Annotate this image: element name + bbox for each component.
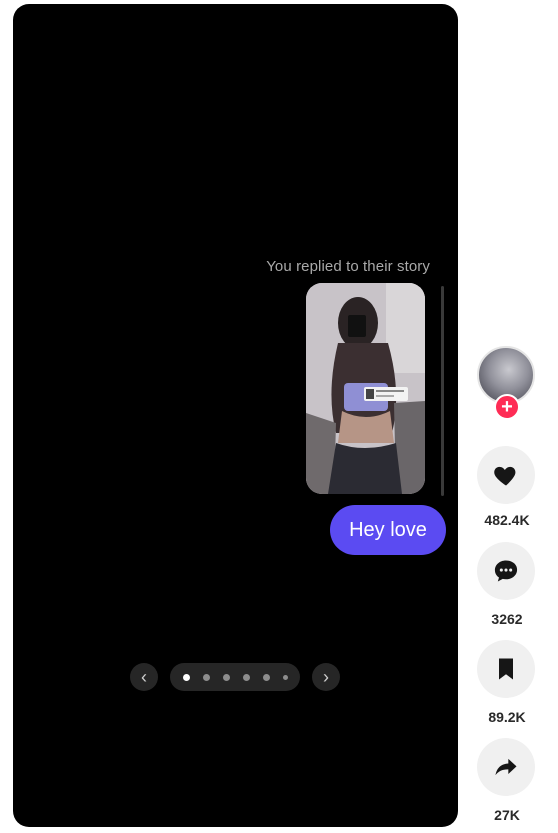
save-count: 89.2K [488,709,526,725]
bookmark-icon [499,658,513,680]
share-button[interactable] [477,738,535,796]
pager-dot[interactable] [202,673,210,681]
pager-dot[interactable] [222,673,230,681]
chat-scrollbar[interactable] [441,286,444,496]
comment-icon [494,560,518,582]
plus-icon: + [501,396,513,418]
share-count: 27K [494,807,520,823]
video-screen: You replied to their story Hey love ‹ › [13,4,458,827]
chevron-right-icon: › [323,666,329,687]
story-photo [306,283,425,494]
pager-dots[interactable] [170,663,300,691]
action-rail: + 482.4K 3262 89.2K 27K [474,0,544,833]
pager-dot[interactable] [262,673,270,681]
like-count: 482.4K [484,512,530,528]
share-icon [495,758,517,776]
pager-dot[interactable] [242,673,250,681]
story-reply-thumbnail[interactable] [306,283,425,494]
replied-to-story-label: You replied to their story [266,258,430,275]
like-button[interactable] [477,446,535,504]
message-bubble[interactable]: Hey love [330,505,446,555]
chevron-left-icon: ‹ [141,666,147,687]
pager-next-button[interactable]: › [312,663,340,691]
comment-button[interactable] [477,542,535,600]
pager-prev-button[interactable]: ‹ [130,663,158,691]
save-button[interactable] [477,640,535,698]
heart-icon [494,466,516,486]
pager-dot[interactable] [282,674,288,680]
pager-dot[interactable] [182,673,190,681]
follow-button[interactable]: + [494,394,520,420]
comment-count: 3262 [491,611,523,627]
